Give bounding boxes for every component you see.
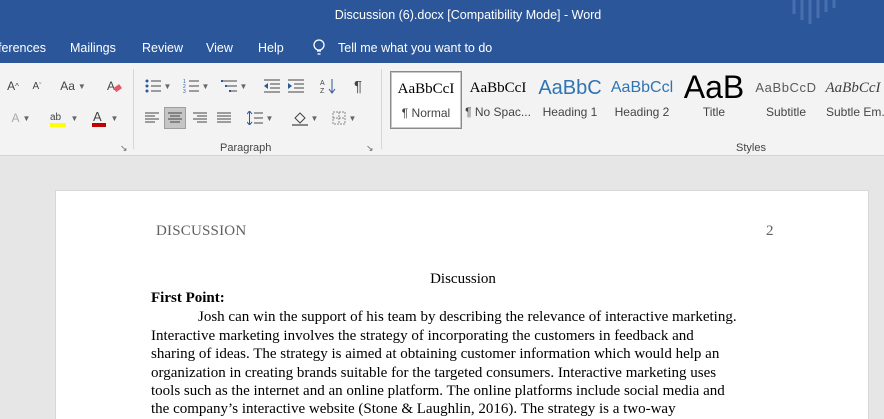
borders-icon[interactable]: ▼: [328, 107, 360, 129]
page-number: 2: [766, 223, 774, 239]
shading-icon[interactable]: ▼: [288, 107, 322, 129]
increase-indent-icon[interactable]: [286, 75, 306, 97]
style-sample: AaBbCcI: [469, 80, 527, 96]
tab-references[interactable]: ferences: [0, 41, 46, 55]
decrease-indent-icon[interactable]: [262, 75, 282, 97]
title-bar: Discussion (6).docx [Compatibility Mode]…: [0, 0, 884, 32]
body-line: organization in creating brands suitable…: [151, 365, 717, 381]
justify-icon[interactable]: [214, 107, 234, 129]
multilevel-list-icon[interactable]: ▼: [218, 75, 250, 97]
tab-view[interactable]: View: [206, 41, 233, 55]
style-name: Subtitle: [765, 105, 807, 119]
style-normal[interactable]: AaBbCcI ¶ Normal: [390, 71, 462, 129]
font-dialog-launcher-icon[interactable]: ↘: [120, 143, 130, 153]
style-name: Title: [702, 105, 726, 119]
style-name: Subtle Em...: [826, 105, 884, 119]
group-separator: [133, 69, 134, 149]
align-center-icon[interactable]: [164, 107, 186, 129]
sort-icon[interactable]: AZ: [318, 75, 338, 97]
style-sample: AaB: [683, 71, 745, 105]
style-name: ¶ No Spac...: [465, 105, 531, 119]
style-subtle-emphasis[interactable]: AaBbCcI Subtle Em...: [822, 71, 884, 129]
svg-text:A: A: [107, 79, 115, 93]
style-title[interactable]: AaB Title: [678, 71, 750, 129]
style-name: ¶ Normal: [401, 106, 451, 120]
style-no-spacing[interactable]: AaBbCcI ¶ No Spac...: [462, 71, 534, 129]
show-formatting-marks-icon[interactable]: ¶: [348, 75, 368, 97]
group-separator: [381, 69, 382, 149]
style-sample: AaBbCcl: [610, 79, 674, 96]
svg-text:3: 3: [183, 89, 186, 93]
style-sample: AaBbC: [538, 77, 602, 99]
bullets-icon[interactable]: ▼: [142, 75, 174, 97]
title-bar-pattern-icon: [792, 0, 836, 24]
style-sample: AaBbCcI: [825, 80, 881, 96]
style-sample: AaBbCcI: [397, 81, 455, 97]
lightbulb-icon[interactable]: [312, 39, 326, 57]
align-left-icon[interactable]: [142, 107, 162, 129]
paragraph-group-label: Paragraph: [220, 142, 272, 154]
body-line: the company’s interactive website (Stone…: [151, 401, 676, 417]
text-effects-icon[interactable]: A ▼: [8, 109, 34, 127]
body-line: Interactive marketing involves the strat…: [151, 328, 694, 344]
style-subtitle[interactable]: AaBbCcD Subtitle: [750, 71, 822, 129]
svg-text:A: A: [93, 109, 102, 124]
tell-me-search[interactable]: Tell me what you want to do: [338, 41, 492, 55]
tab-mailings[interactable]: Mailings: [70, 41, 116, 55]
body-line: tools such as the internet and an online…: [151, 383, 725, 399]
svg-text:Z: Z: [320, 88, 325, 94]
svg-text:A: A: [320, 80, 325, 87]
style-name: Heading 1: [542, 105, 598, 119]
highlight-color-icon[interactable]: ab ▼: [46, 107, 80, 129]
document-title: Discussion: [430, 271, 496, 287]
ribbon-tab-row: ferences Mailings Review View Help Tell …: [0, 32, 884, 63]
clear-formatting-icon[interactable]: A: [104, 77, 124, 95]
grow-font-icon[interactable]: A ^: [4, 77, 22, 95]
shrink-font-icon[interactable]: Aˇ: [28, 77, 46, 95]
tab-help[interactable]: Help: [258, 41, 284, 55]
style-sample: AaBbCcD: [755, 80, 817, 95]
tab-review[interactable]: Review: [142, 41, 183, 55]
svg-text:ab: ab: [50, 112, 62, 123]
first-point-heading: First Point:: [151, 290, 225, 306]
paragraph-dialog-launcher-icon[interactable]: ↘: [366, 143, 376, 153]
style-heading-1[interactable]: AaBbC Heading 1: [534, 71, 606, 129]
numbering-icon[interactable]: 1 2 3 ▼: [180, 75, 212, 97]
body-line: sharing of ideas. The strategy is aimed …: [151, 346, 720, 362]
window-title: Discussion (6).docx [Compatibility Mode]…: [334, 8, 602, 22]
font-color-icon[interactable]: A ▼: [88, 107, 120, 129]
styles-group-label: Styles: [736, 142, 766, 154]
ribbon: A ^ Aˇ Aa ▼ A A ▼ ab ▼ A ▼ ↘ ▼ 1 2 3 ▼ ▼ AZ ¶: [0, 63, 884, 156]
page-header-text: DISCUSSION: [156, 223, 247, 239]
style-name: Heading 2: [614, 105, 670, 119]
line-spacing-icon[interactable]: ▼: [244, 107, 276, 129]
change-case-icon[interactable]: Aa ▼: [58, 77, 88, 95]
body-line: Josh can win the support of his team by …: [198, 309, 737, 325]
document-page[interactable]: DISCUSSION 2 Discussion First Point: Jos…: [55, 190, 869, 419]
align-right-icon[interactable]: [190, 107, 210, 129]
style-heading-2[interactable]: AaBbCcl Heading 2: [606, 71, 678, 129]
